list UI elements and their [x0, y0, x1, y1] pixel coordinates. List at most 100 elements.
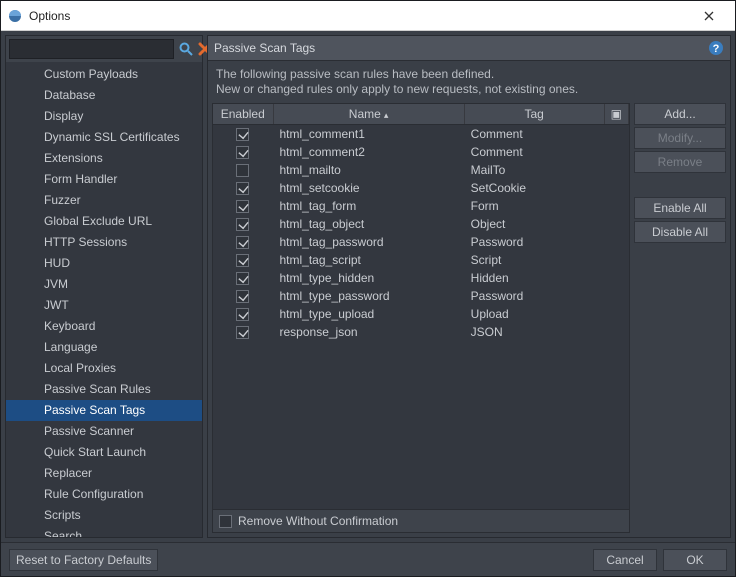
sidebar-item[interactable]: Rule Configuration [6, 484, 202, 505]
enabled-checkbox[interactable] [236, 164, 249, 177]
modify-button[interactable]: Modify... [634, 127, 726, 149]
enabled-checkbox[interactable] [236, 236, 249, 249]
table-row[interactable]: html_type_hiddenHidden [213, 269, 629, 287]
enabled-checkbox[interactable] [236, 146, 249, 159]
table-row[interactable]: html_setcookieSetCookie [213, 179, 629, 197]
table-row[interactable]: html_comment2Comment [213, 143, 629, 161]
col-menu-icon[interactable]: ▣ [604, 104, 628, 125]
enabled-cell [213, 251, 273, 269]
sidebar-item[interactable]: Scripts [6, 505, 202, 526]
enabled-cell [213, 125, 273, 143]
name-cell: html_setcookie [273, 179, 464, 197]
enabled-cell [213, 269, 273, 287]
panel-header: Passive Scan Tags ? [208, 36, 730, 61]
panel-title: Passive Scan Tags [214, 41, 708, 55]
sidebar-item[interactable]: Form Handler [6, 169, 202, 190]
sidebar-item[interactable]: Display [6, 106, 202, 127]
search-input[interactable] [9, 39, 174, 59]
name-cell: html_comment1 [273, 125, 464, 143]
name-cell: html_type_upload [273, 305, 464, 323]
tag-cell: Password [464, 233, 628, 251]
sidebar-item[interactable]: Passive Scanner [6, 421, 202, 442]
help-icon[interactable]: ? [708, 40, 724, 56]
enabled-checkbox[interactable] [236, 200, 249, 213]
enabled-checkbox[interactable] [236, 290, 249, 303]
table-area: Enabled Name▴ Tag ▣ html_comment1Comment… [208, 103, 730, 537]
sidebar-item[interactable]: JVM [6, 274, 202, 295]
bottombar: Reset to Factory Defaults Cancel OK [1, 542, 735, 576]
remove-button[interactable]: Remove [634, 151, 726, 173]
sidebar-item[interactable]: Keyboard [6, 316, 202, 337]
sidebar-item[interactable]: Replacer [6, 463, 202, 484]
sidebar-item[interactable]: JWT [6, 295, 202, 316]
sidebar-item[interactable]: Local Proxies [6, 358, 202, 379]
col-name[interactable]: Name▴ [273, 104, 464, 125]
app-icon [7, 8, 23, 24]
table-row[interactable]: html_tag_formForm [213, 197, 629, 215]
enabled-cell [213, 215, 273, 233]
col-tag[interactable]: Tag [464, 104, 604, 125]
disable-all-button[interactable]: Disable All [634, 221, 726, 243]
enabled-checkbox[interactable] [236, 272, 249, 285]
sort-asc-icon: ▴ [384, 110, 389, 120]
sidebar-item[interactable]: Quick Start Launch [6, 442, 202, 463]
remove-without-confirm-row: Remove Without Confirmation [213, 509, 629, 532]
close-button[interactable] [689, 1, 729, 31]
sidebar-item[interactable]: Search [6, 526, 202, 537]
enabled-cell [213, 323, 273, 341]
sidebar-item[interactable]: Custom Payloads [6, 64, 202, 85]
table-row[interactable]: html_tag_scriptScript [213, 251, 629, 269]
sidebar-item[interactable]: Extensions [6, 148, 202, 169]
tag-cell: Object [464, 215, 628, 233]
rules-table: Enabled Name▴ Tag ▣ html_comment1Comment… [213, 104, 629, 341]
ok-button[interactable]: OK [663, 549, 727, 571]
table-row[interactable]: html_type_uploadUpload [213, 305, 629, 323]
remove-without-confirm-checkbox[interactable] [219, 515, 232, 528]
enabled-checkbox[interactable] [236, 182, 249, 195]
sidebar-item[interactable]: HTTP Sessions [6, 232, 202, 253]
sidebar-tree[interactable]: Custom PayloadsDatabaseDisplayDynamic SS… [6, 62, 202, 537]
enabled-cell [213, 305, 273, 323]
tag-cell: Upload [464, 305, 628, 323]
table-scroll[interactable]: Enabled Name▴ Tag ▣ html_comment1Comment… [213, 104, 629, 509]
tag-cell: Password [464, 287, 628, 305]
sidebar-item[interactable]: HUD [6, 253, 202, 274]
name-cell: html_type_password [273, 287, 464, 305]
sidebar-item[interactable]: Dynamic SSL Certificates [6, 127, 202, 148]
name-cell: html_tag_form [273, 197, 464, 215]
enabled-checkbox[interactable] [236, 218, 249, 231]
enabled-checkbox[interactable] [236, 128, 249, 141]
enabled-cell [213, 233, 273, 251]
enabled-checkbox[interactable] [236, 326, 249, 339]
table-row[interactable]: response_jsonJSON [213, 323, 629, 341]
tag-cell: MailTo [464, 161, 628, 179]
table-row[interactable]: html_type_passwordPassword [213, 287, 629, 305]
enabled-checkbox[interactable] [236, 308, 249, 321]
table-row[interactable]: html_mailtoMailTo [213, 161, 629, 179]
add-button[interactable]: Add... [634, 103, 726, 125]
sidebar-item[interactable]: Passive Scan Tags [6, 400, 202, 421]
enabled-checkbox[interactable] [236, 254, 249, 267]
sidebar-item[interactable]: Global Exclude URL [6, 211, 202, 232]
sidebar-item[interactable]: Fuzzer [6, 190, 202, 211]
table-row[interactable]: html_comment1Comment [213, 125, 629, 143]
sidebar-item[interactable]: Passive Scan Rules [6, 379, 202, 400]
enable-all-button[interactable]: Enable All [634, 197, 726, 219]
table-wrap: Enabled Name▴ Tag ▣ html_comment1Comment… [212, 103, 630, 533]
titlebar: Options [1, 1, 735, 31]
cancel-button[interactable]: Cancel [593, 549, 657, 571]
name-cell: html_mailto [273, 161, 464, 179]
enabled-cell [213, 161, 273, 179]
table-row[interactable]: html_tag_passwordPassword [213, 233, 629, 251]
search-icon[interactable] [178, 40, 194, 58]
sidebar: Custom PayloadsDatabaseDisplayDynamic SS… [5, 35, 203, 538]
window-title: Options [29, 9, 689, 23]
sidebar-item[interactable]: Database [6, 85, 202, 106]
remove-without-confirm-label: Remove Without Confirmation [238, 514, 398, 528]
table-row[interactable]: html_tag_objectObject [213, 215, 629, 233]
enabled-cell [213, 197, 273, 215]
name-cell: html_tag_password [273, 233, 464, 251]
col-enabled[interactable]: Enabled [213, 104, 273, 125]
reset-button[interactable]: Reset to Factory Defaults [9, 549, 158, 571]
sidebar-item[interactable]: Language [6, 337, 202, 358]
